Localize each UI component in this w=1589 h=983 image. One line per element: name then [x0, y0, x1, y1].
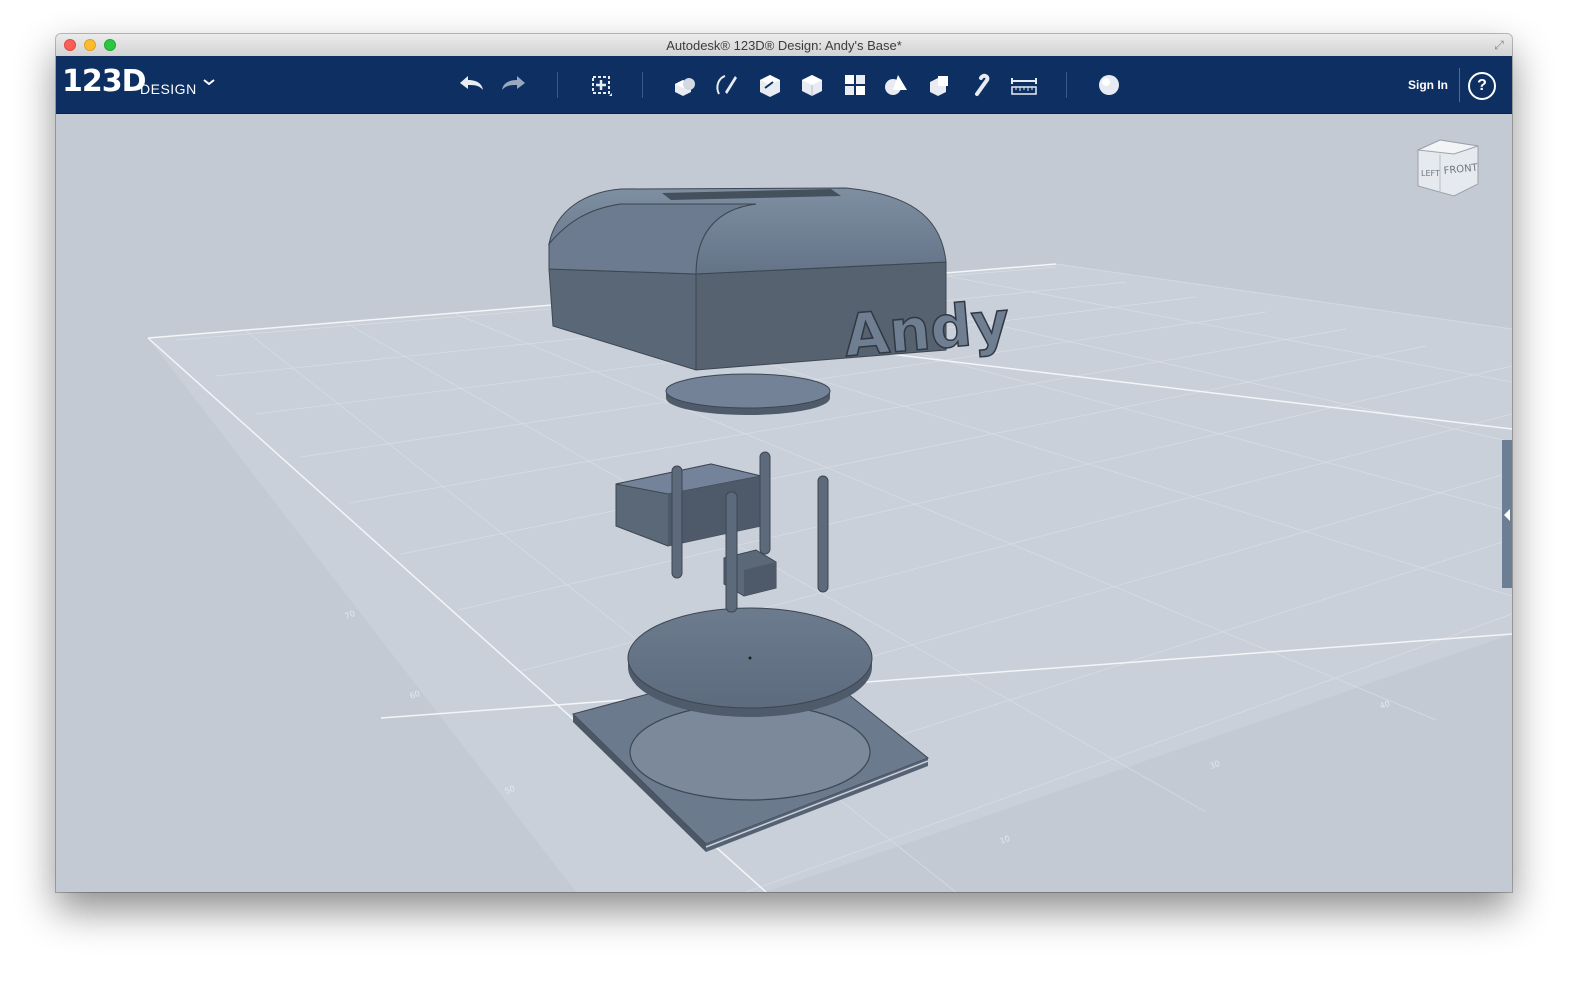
app-logo[interactable]: 123D	[62, 64, 147, 99]
undo-icon[interactable]	[456, 70, 486, 100]
toolbar-separator	[1459, 68, 1460, 102]
grouping-icon[interactable]	[882, 70, 912, 100]
transform-icon[interactable]	[586, 70, 616, 100]
sketch-icon[interactable]	[711, 70, 741, 100]
toolbar-separator	[1066, 72, 1067, 98]
title-bar: Autodesk® 123D® Design: Andy's Base* ⤢	[56, 34, 1512, 57]
snap-icon[interactable]	[967, 70, 997, 100]
sign-in-link[interactable]: Sign In	[1408, 78, 1448, 92]
combine-icon[interactable]	[924, 70, 954, 100]
material-icon[interactable]	[1094, 70, 1124, 100]
main-toolbar: 123D DESIGN Sign In ?	[56, 56, 1512, 114]
toolbar-separator	[642, 72, 643, 98]
scene-canvas[interactable]: 70 60 50 40 30 10 Andy	[56, 114, 1512, 892]
view-cube[interactable]: LEFT FRONT	[1410, 134, 1486, 208]
3d-viewport[interactable]: 70 60 50 40 30 10 Andy LEFT FRONT	[56, 114, 1512, 892]
primitives-icon[interactable]	[669, 70, 699, 100]
app-logo-subtitle[interactable]: DESIGN	[140, 81, 197, 97]
measure-icon[interactable]	[1009, 70, 1039, 100]
grid-label: 60	[409, 689, 422, 701]
fullscreen-icon[interactable]: ⤢	[1492, 38, 1506, 52]
toolbar-separator	[557, 72, 558, 98]
pattern-icon[interactable]	[840, 70, 870, 100]
turntable-disc[interactable]	[627, 607, 873, 717]
grid-label: 10	[999, 834, 1012, 846]
window-title: Autodesk® 123D® Design: Andy's Base*	[666, 38, 902, 53]
help-icon[interactable]: ?	[1468, 72, 1496, 100]
small-disc[interactable]	[665, 373, 831, 415]
modify-icon[interactable]	[797, 70, 827, 100]
construct-icon[interactable]	[754, 70, 784, 100]
redo-icon[interactable]	[499, 70, 529, 100]
grid-label: 30	[1209, 759, 1222, 771]
app-menu-chevron-icon[interactable]	[201, 74, 217, 90]
andy-3d-text[interactable]: Andy	[841, 287, 1013, 371]
view-cube-left-label[interactable]: LEFT	[1421, 169, 1440, 178]
grid-label: 70	[344, 609, 357, 621]
panel-expand-arrow-icon[interactable]	[1504, 509, 1510, 521]
app-window: Autodesk® 123D® Design: Andy's Base* ⤢ 1…	[56, 34, 1512, 892]
